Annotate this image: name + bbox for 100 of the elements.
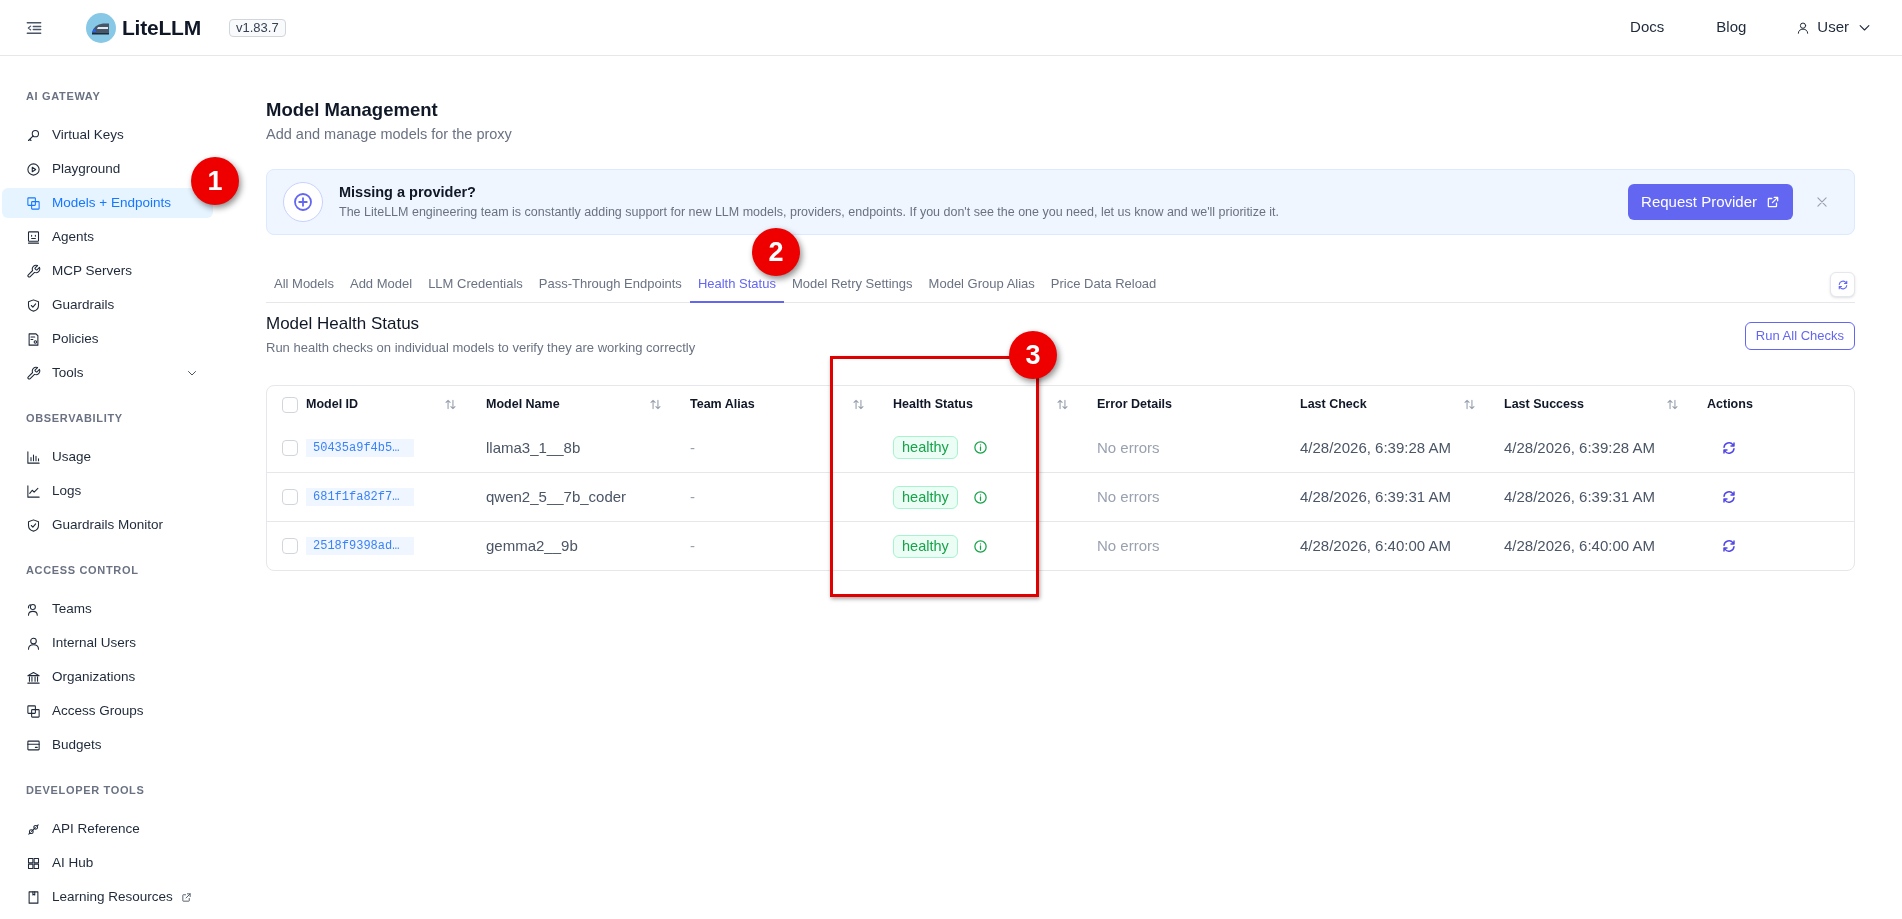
column-header: Last Success [1504, 396, 1584, 414]
sort-icon[interactable] [649, 398, 662, 411]
wrench-icon [26, 263, 41, 279]
section-label: DEVELOPER TOOLS [26, 783, 145, 798]
tab[interactable]: LLM Credentials [420, 267, 531, 303]
plug-icon [26, 821, 41, 837]
table-cell: gemma2__9b [486, 537, 578, 554]
column-header: Model ID [306, 396, 359, 414]
section-label: AI GATEWAY [26, 89, 101, 104]
sidebar-item[interactable]: Guardrails Monitor [2, 510, 170, 540]
sidebar-item[interactable]: Teams [2, 594, 98, 624]
page-title: Model Management [266, 98, 439, 122]
table-cell: No errors [1097, 537, 1160, 554]
sort-icon[interactable] [852, 398, 865, 411]
column-header: Actions [1707, 396, 1753, 414]
status-badge: healthy [893, 534, 958, 558]
external-link-icon [1766, 195, 1780, 209]
sidebar-item[interactable]: AI Hub [2, 848, 100, 878]
section-description: Run health checks on individual models to verify they are working correctly [266, 339, 696, 357]
table-cell: qwen2_5__7b_coder [486, 488, 627, 505]
table-cell: 4/28/2026, 6:39:31 AM [1300, 488, 1451, 505]
refresh-icon [1721, 439, 1737, 456]
column-header: Error Details [1097, 396, 1173, 414]
sort-icon[interactable] [1666, 398, 1679, 411]
close-button[interactable] [1815, 195, 1829, 209]
logo-icon [86, 12, 116, 43]
table-cell: 4/28/2026, 6:40:00 AM [1300, 537, 1451, 554]
table-cell: - [690, 537, 695, 554]
tab[interactable]: All Models [266, 267, 342, 303]
sidebar-item[interactable]: Agents [2, 222, 101, 252]
select-all-checkbox[interactable] [282, 396, 298, 413]
banner-text: The LiteLLM engineering team is constantly adding support for new LLM models, providers, endpoints. If you don't see the one you need, let us know and we'll prioritize it. [339, 204, 1280, 221]
request-provider-button[interactable]: Request Provider [1628, 184, 1793, 220]
row-checkbox[interactable] [282, 489, 298, 505]
sidebar-item[interactable]: Playground [2, 154, 127, 184]
info-icon[interactable] [972, 489, 988, 505]
column-header: Health Status [893, 396, 973, 414]
refresh-button[interactable] [1830, 272, 1855, 297]
column-header: Model Name [486, 396, 560, 414]
sidebar-item[interactable]: Organizations [2, 662, 142, 692]
brand-name: LiteLLM [122, 14, 201, 41]
user-menu-button[interactable]: User [1796, 16, 1872, 39]
annotation-marker: 2 [752, 228, 800, 276]
wrench-icon [26, 365, 41, 381]
table-cell: 4/28/2026, 6:40:00 AM [1504, 537, 1655, 554]
key-icon [26, 127, 41, 143]
sidebar-item[interactable]: MCP Servers [2, 256, 139, 286]
sort-icon[interactable] [1056, 398, 1069, 411]
sidebar-item[interactable]: Policies [2, 324, 105, 354]
plus-circle-icon [283, 182, 323, 222]
annotation-marker: 1 [191, 157, 239, 205]
sidebar-item[interactable]: API Reference [2, 814, 146, 844]
info-icon[interactable] [972, 440, 988, 455]
shield-check-icon [26, 297, 41, 313]
refresh-icon [1721, 489, 1737, 505]
bank-icon [26, 669, 41, 685]
section-label: OBSERVABILITY [26, 411, 123, 426]
grid-icon [26, 855, 41, 871]
model-id-tag: 681f1fa82f7… [306, 488, 414, 506]
sidebar-item[interactable]: Budgets [2, 730, 108, 760]
sidebar-item[interactable]: Logs [2, 476, 88, 506]
sidebar-item[interactable]: Tools [2, 358, 213, 388]
row-checkbox[interactable] [282, 439, 298, 456]
table-cell: No errors [1097, 488, 1160, 505]
tab[interactable]: Pass-Through Endpoints [530, 267, 690, 303]
status-badge: healthy [893, 436, 958, 459]
sort-icon[interactable] [1463, 398, 1476, 411]
sort-icon[interactable] [444, 398, 457, 411]
overlapping-squares-icon [26, 703, 41, 719]
section-title: Model Health Status [266, 313, 421, 335]
robot-face-icon [26, 229, 41, 245]
sidebar-item[interactable]: Usage [2, 442, 98, 472]
version-badge: v1.83.7 [229, 18, 286, 37]
sidebar-item[interactable]: Access Groups [2, 696, 150, 726]
shield-check-icon [26, 517, 41, 533]
info-icon[interactable] [972, 538, 988, 554]
sidebar-item[interactable]: Guardrails [2, 290, 121, 320]
nav-link[interactable]: Blog [1716, 16, 1747, 39]
tab[interactable]: Model Group Alias [920, 267, 1043, 303]
table-cell: - [690, 438, 695, 456]
annotation-marker: 3 [1009, 331, 1057, 379]
banner-title: Missing a provider? [339, 183, 477, 202]
sidebar-item[interactable]: Internal Users [2, 628, 143, 658]
refresh-icon [1836, 278, 1849, 291]
table-cell: No errors [1097, 438, 1160, 456]
tab[interactable]: Add Model [341, 267, 421, 303]
close-icon [1815, 195, 1829, 209]
sidebar-item[interactable]: Learning Resources [2, 882, 198, 912]
page-subtitle: Add and manage models for the proxy [266, 125, 513, 144]
table-cell: 4/28/2026, 6:39:31 AM [1504, 488, 1655, 505]
run-all-checks-button[interactable]: Run All Checks [1744, 322, 1855, 350]
column-header: Team Alias [690, 396, 755, 414]
document-icon [26, 331, 41, 347]
row-checkbox[interactable] [282, 538, 298, 554]
sidebar-item[interactable]: Virtual Keys [2, 120, 130, 150]
book-icon [26, 889, 41, 905]
nav-link[interactable]: Docs [1630, 16, 1665, 39]
play-circle-icon [26, 161, 41, 177]
tab[interactable]: Price Data Reload [1042, 267, 1165, 303]
card-icon [26, 737, 41, 753]
